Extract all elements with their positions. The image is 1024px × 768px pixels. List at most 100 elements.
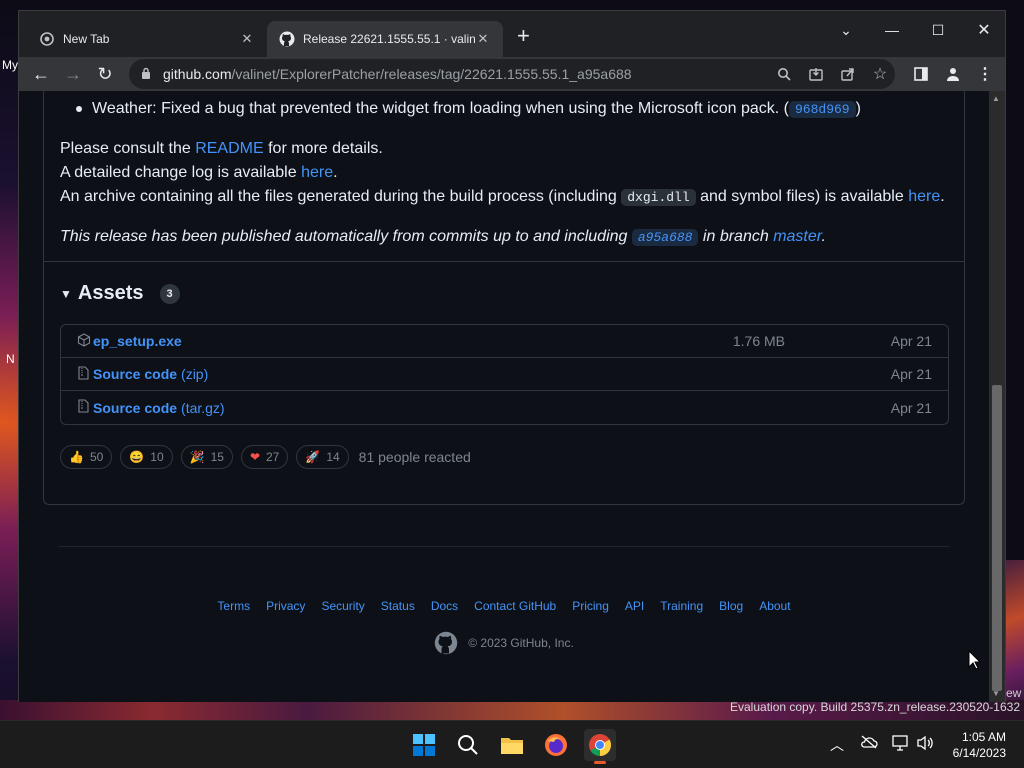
new-tab-button[interactable]: + (517, 25, 530, 47)
file-explorer-icon[interactable] (496, 729, 528, 761)
reaction-count: 27 (266, 450, 280, 464)
cloud-offline-icon[interactable] (860, 735, 878, 752)
tab-release[interactable]: Release 22621.1555.55.1 · valinet ✕ (267, 21, 503, 57)
assets-toggle[interactable]: ▼ Assets 3 (60, 282, 180, 305)
search-icon[interactable] (773, 63, 795, 85)
archive-link[interactable]: here (908, 188, 940, 205)
reaction-heart[interactable]: ❤ 27 (240, 445, 289, 469)
footer-link-docs[interactable]: Docs (431, 599, 458, 613)
scroll-up-icon[interactable]: ▲ (992, 94, 1000, 103)
footer-link-security[interactable]: Security (321, 599, 364, 613)
copyright-text: © 2023 GitHub, Inc. (468, 636, 574, 650)
tab-new-tab[interactable]: New Tab ✕ (27, 21, 267, 57)
reload-button[interactable]: ↻ (91, 61, 119, 87)
dxgi-code: dxgi.dll (621, 189, 696, 206)
asset-link[interactable]: Source code (93, 366, 177, 382)
asset-format[interactable]: (tar.gz) (181, 400, 225, 416)
url-host: github.com (163, 66, 232, 82)
close-tab-icon[interactable]: ✕ (475, 31, 491, 47)
reaction-thumbs-up[interactable]: 👍 50 (60, 445, 113, 469)
desktop-label-fragment: My (2, 58, 18, 72)
chrome-icon[interactable] (584, 729, 616, 764)
scroll-down-icon[interactable]: ▼ (992, 689, 1000, 698)
volume-icon[interactable] (916, 735, 934, 754)
reaction-count: 15 (210, 450, 224, 464)
footer-link-privacy[interactable]: Privacy (266, 599, 305, 613)
bullet-dot (76, 106, 82, 112)
footer-link-status[interactable]: Status (381, 599, 415, 613)
maximize-button[interactable]: ☐ (915, 15, 961, 45)
commit-sha-link[interactable]: a95a688 (631, 229, 699, 246)
tab-strip: New Tab ✕ Release 22621.1555.55.1 · vali… (19, 11, 1005, 57)
scrollbar-thumb[interactable] (992, 385, 1002, 691)
triangle-down-icon: ▼ (60, 286, 72, 301)
asset-row: Source code (zip) Apr 21 (61, 358, 948, 391)
changelog-link[interactable]: here (301, 164, 333, 181)
asset-date: Apr 21 (890, 366, 932, 382)
menu-kebab-icon[interactable]: ⋮ (973, 63, 997, 85)
close-window-button[interactable]: ✕ (961, 15, 1007, 45)
readme-text: Please consult the (60, 140, 196, 157)
mouse-cursor-icon (968, 650, 982, 670)
clock-date: 6/14/2023 (952, 746, 1006, 760)
tab-search-icon[interactable]: ⌄ (823, 15, 869, 45)
archive-line: An archive containing all the files gene… (60, 188, 945, 206)
footer-link-about[interactable]: About (759, 599, 790, 613)
tab-title: Release 22621.1555.55.1 · valinet (303, 32, 475, 46)
firefox-icon[interactable] (540, 729, 572, 761)
search-icon[interactable] (452, 729, 484, 761)
changelog-text: A detailed change log is available (60, 164, 302, 181)
asset-format[interactable]: (zip) (181, 366, 208, 382)
side-panel-icon[interactable] (909, 63, 933, 85)
commit-sha-link[interactable]: 968d969 (788, 100, 856, 118)
footer-link-blog[interactable]: Blog (719, 599, 743, 613)
browser-window: New Tab ✕ Release 22621.1555.55.1 · vali… (18, 10, 1006, 702)
asset-row: Source code (tar.gz) Apr 21 (61, 391, 948, 424)
close-tab-icon[interactable]: ✕ (239, 31, 255, 47)
auto-text-end: . (821, 228, 826, 245)
reaction-rocket[interactable]: 🚀 14 (296, 445, 349, 469)
minimize-button[interactable]: — (869, 15, 915, 45)
auto-text-mid: in branch (698, 228, 774, 245)
install-app-icon[interactable] (805, 63, 827, 85)
start-windows-icon[interactable] (408, 729, 440, 761)
branch-link[interactable]: master (773, 228, 821, 245)
package-icon (77, 332, 93, 350)
taskbar: ︿ 1:05 AM 6/14/2023 (0, 720, 1024, 768)
page-scrollbar[interactable]: ▲ ▼ (989, 91, 1005, 702)
footer-link-terms[interactable]: Terms (217, 599, 250, 613)
profile-icon[interactable] (941, 63, 965, 85)
footer-link-training[interactable]: Training (660, 599, 703, 613)
bookmark-star-icon[interactable]: ☆ (869, 63, 891, 85)
forward-button[interactable]: → (59, 61, 87, 87)
readme-text-end: for more details. (263, 140, 383, 157)
hooray-icon: 🎉 (189, 450, 205, 464)
reaction-hooray[interactable]: 🎉 15 (180, 445, 233, 469)
page-content: Weather: Fixed a bug that prevented the … (19, 91, 989, 702)
chevron-up-icon[interactable]: ︿ (830, 735, 844, 755)
assets-list: ep_setup.exe 1.76 MB Apr 21 Source code … (60, 324, 949, 425)
footer-link-pricing[interactable]: Pricing (572, 599, 609, 613)
asset-row: ep_setup.exe 1.76 MB Apr 21 (61, 325, 948, 358)
assets-count-badge: 3 (159, 283, 180, 304)
footer-link-contact[interactable]: Contact GitHub (474, 599, 556, 613)
share-icon[interactable] (837, 63, 859, 85)
auto-publish-line: This release has been published automati… (60, 228, 826, 246)
readme-link[interactable]: README (195, 140, 263, 157)
heart-icon: ❤ (249, 450, 260, 464)
back-button[interactable]: ← (27, 61, 55, 87)
github-icon (279, 31, 295, 47)
footer-link-api[interactable]: API (625, 599, 644, 613)
asset-link[interactable]: Source code (93, 400, 177, 416)
github-icon[interactable] (434, 631, 458, 655)
network-icon[interactable] (892, 735, 910, 754)
release-card: Weather: Fixed a bug that prevented the … (43, 91, 965, 505)
reaction-laugh[interactable]: 😄 10 (120, 445, 173, 469)
reaction-count: 50 (89, 450, 104, 464)
chrome-icon (39, 31, 55, 47)
assets-heading: Assets (77, 282, 144, 304)
system-clock[interactable]: 1:05 AM 6/14/2023 (953, 729, 1006, 761)
bullet-text: Weather: Fixed a bug that prevented the … (92, 100, 789, 117)
footer-divider (59, 546, 949, 547)
asset-link[interactable]: ep_setup.exe (93, 333, 182, 349)
